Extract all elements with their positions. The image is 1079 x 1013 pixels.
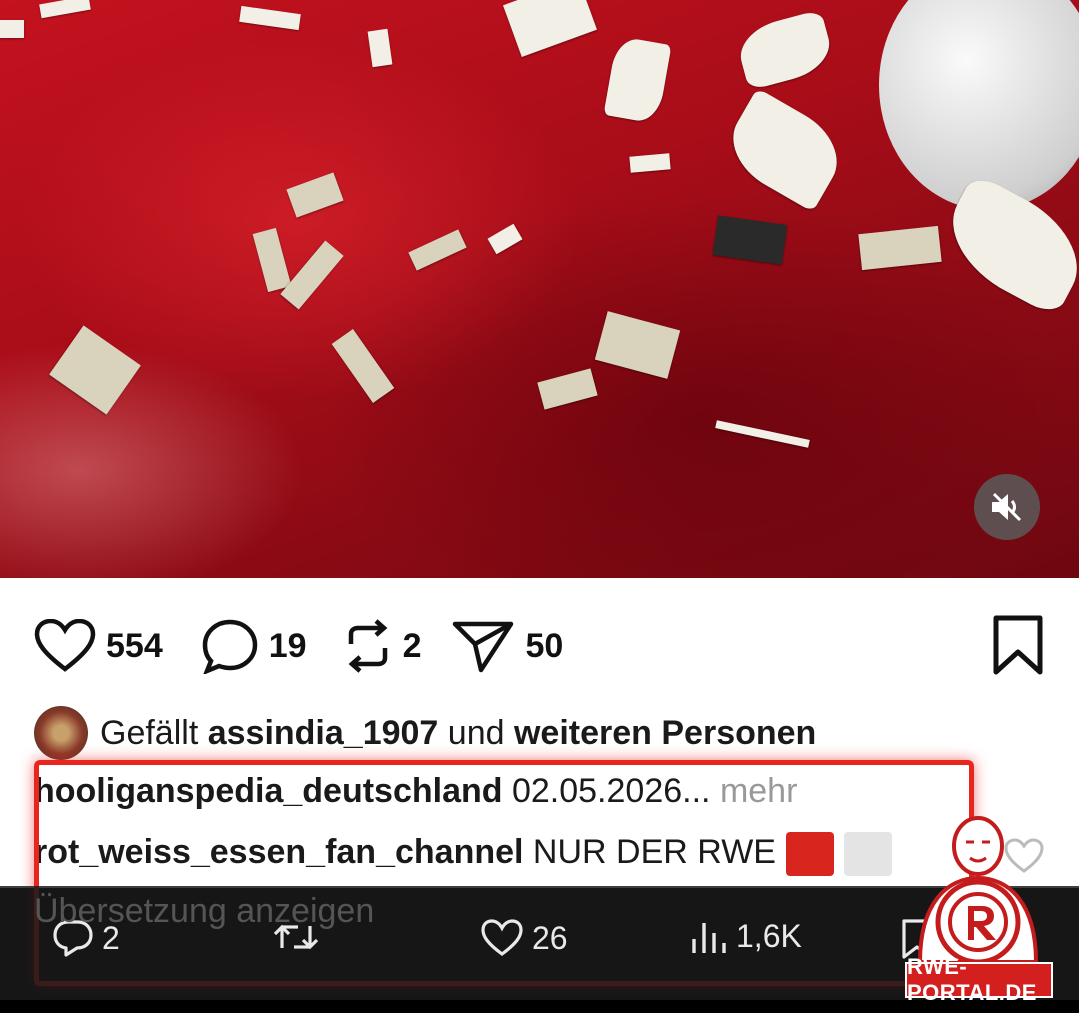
share-button[interactable]: 50 [451, 618, 563, 674]
comment-button[interactable]: 19 [201, 618, 307, 674]
liker-avatar[interactable] [34, 706, 88, 760]
bookmark-button[interactable] [991, 614, 1045, 681]
bottom-strip [0, 1000, 1079, 1013]
ceramic-shard [537, 368, 598, 410]
mute-button[interactable] [974, 474, 1040, 540]
ceramic-shard [503, 0, 597, 58]
views-button[interactable]: 1,6K [690, 918, 802, 955]
heart-icon [481, 919, 523, 956]
share-count: 50 [525, 626, 564, 665]
liked-prefix: Gefällt [100, 713, 199, 752]
repost-icon [348, 619, 387, 673]
repost-button[interactable]: 2 [343, 618, 422, 674]
ceramic-shard [733, 9, 837, 91]
ceramic-shard [712, 215, 788, 265]
ceramic-shard [239, 5, 301, 31]
tweet-like-button[interactable]: 26 [480, 918, 568, 958]
repost-count: 2 [402, 626, 422, 665]
volume-muted-icon [992, 492, 1022, 522]
ceramic-shard [717, 87, 853, 213]
liked-user-link[interactable]: assindia_1907 [208, 714, 439, 753]
broken-toilet-bowl [879, 0, 1079, 210]
heart-icon [34, 619, 96, 672]
liked-by-row: Gefällt assindia_1907 und weiteren Perso… [34, 706, 1039, 760]
ceramic-shard [487, 223, 523, 255]
post-actions: 554 19 2 50 [34, 614, 1045, 678]
ceramic-shard [629, 153, 671, 173]
ceramic-shard [331, 329, 395, 403]
ceramic-shard [603, 35, 672, 125]
ceramic-shard [594, 311, 681, 379]
comment-bubble-icon [202, 619, 257, 674]
ceramic-shard [252, 227, 292, 293]
comment-count: 19 [268, 626, 307, 665]
ceramic-shard [49, 325, 141, 415]
views-count: 1,6K [736, 918, 802, 954]
ceramic-shard [286, 172, 344, 218]
ceramic-shard [858, 225, 942, 271]
post-photo[interactable] [0, 0, 1079, 578]
bookmark-icon [993, 615, 1043, 675]
tweet-like-count: 26 [532, 919, 568, 956]
like-button[interactable]: 554 [34, 619, 163, 673]
ceramic-shard [408, 229, 467, 271]
ceramic-shard [280, 240, 344, 310]
liked-others-link[interactable]: weiteren Personen [514, 714, 816, 753]
ceramic-shard [367, 28, 393, 68]
liked-and: und [447, 713, 505, 752]
ceramic-shard [0, 20, 24, 38]
like-count: 554 [106, 626, 163, 665]
translate-link[interactable]: Übersetzung anzeigen [34, 892, 374, 931]
bar-chart-icon [692, 922, 726, 953]
ceramic-shard [715, 420, 810, 448]
watermark-text: RWE-PORTAL.DE [905, 954, 1053, 1005]
send-icon [453, 621, 514, 673]
ceramic-shard [39, 0, 91, 19]
